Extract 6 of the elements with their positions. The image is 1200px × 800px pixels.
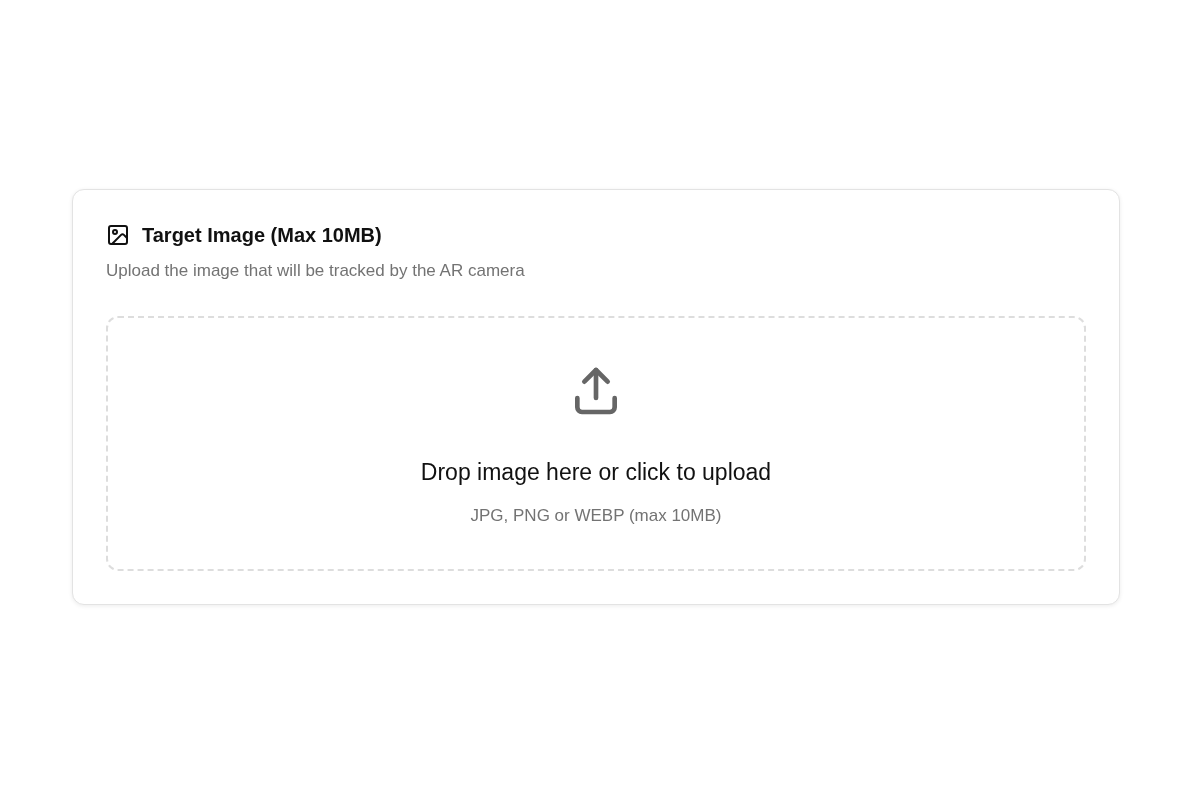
dropzone[interactable]: Drop image here or click to upload JPG, PNG or WEBP (max 10MB) xyxy=(106,316,1086,571)
image-icon xyxy=(106,223,130,247)
card-title: Target Image (Max 10MB) xyxy=(142,223,382,247)
file-hint: JPG, PNG or WEBP (max 10MB) xyxy=(470,506,722,526)
card-description: Upload the image that will be tracked by the AR camera xyxy=(106,261,526,281)
upload-prompt: Drop image here or click to upload xyxy=(420,459,772,486)
